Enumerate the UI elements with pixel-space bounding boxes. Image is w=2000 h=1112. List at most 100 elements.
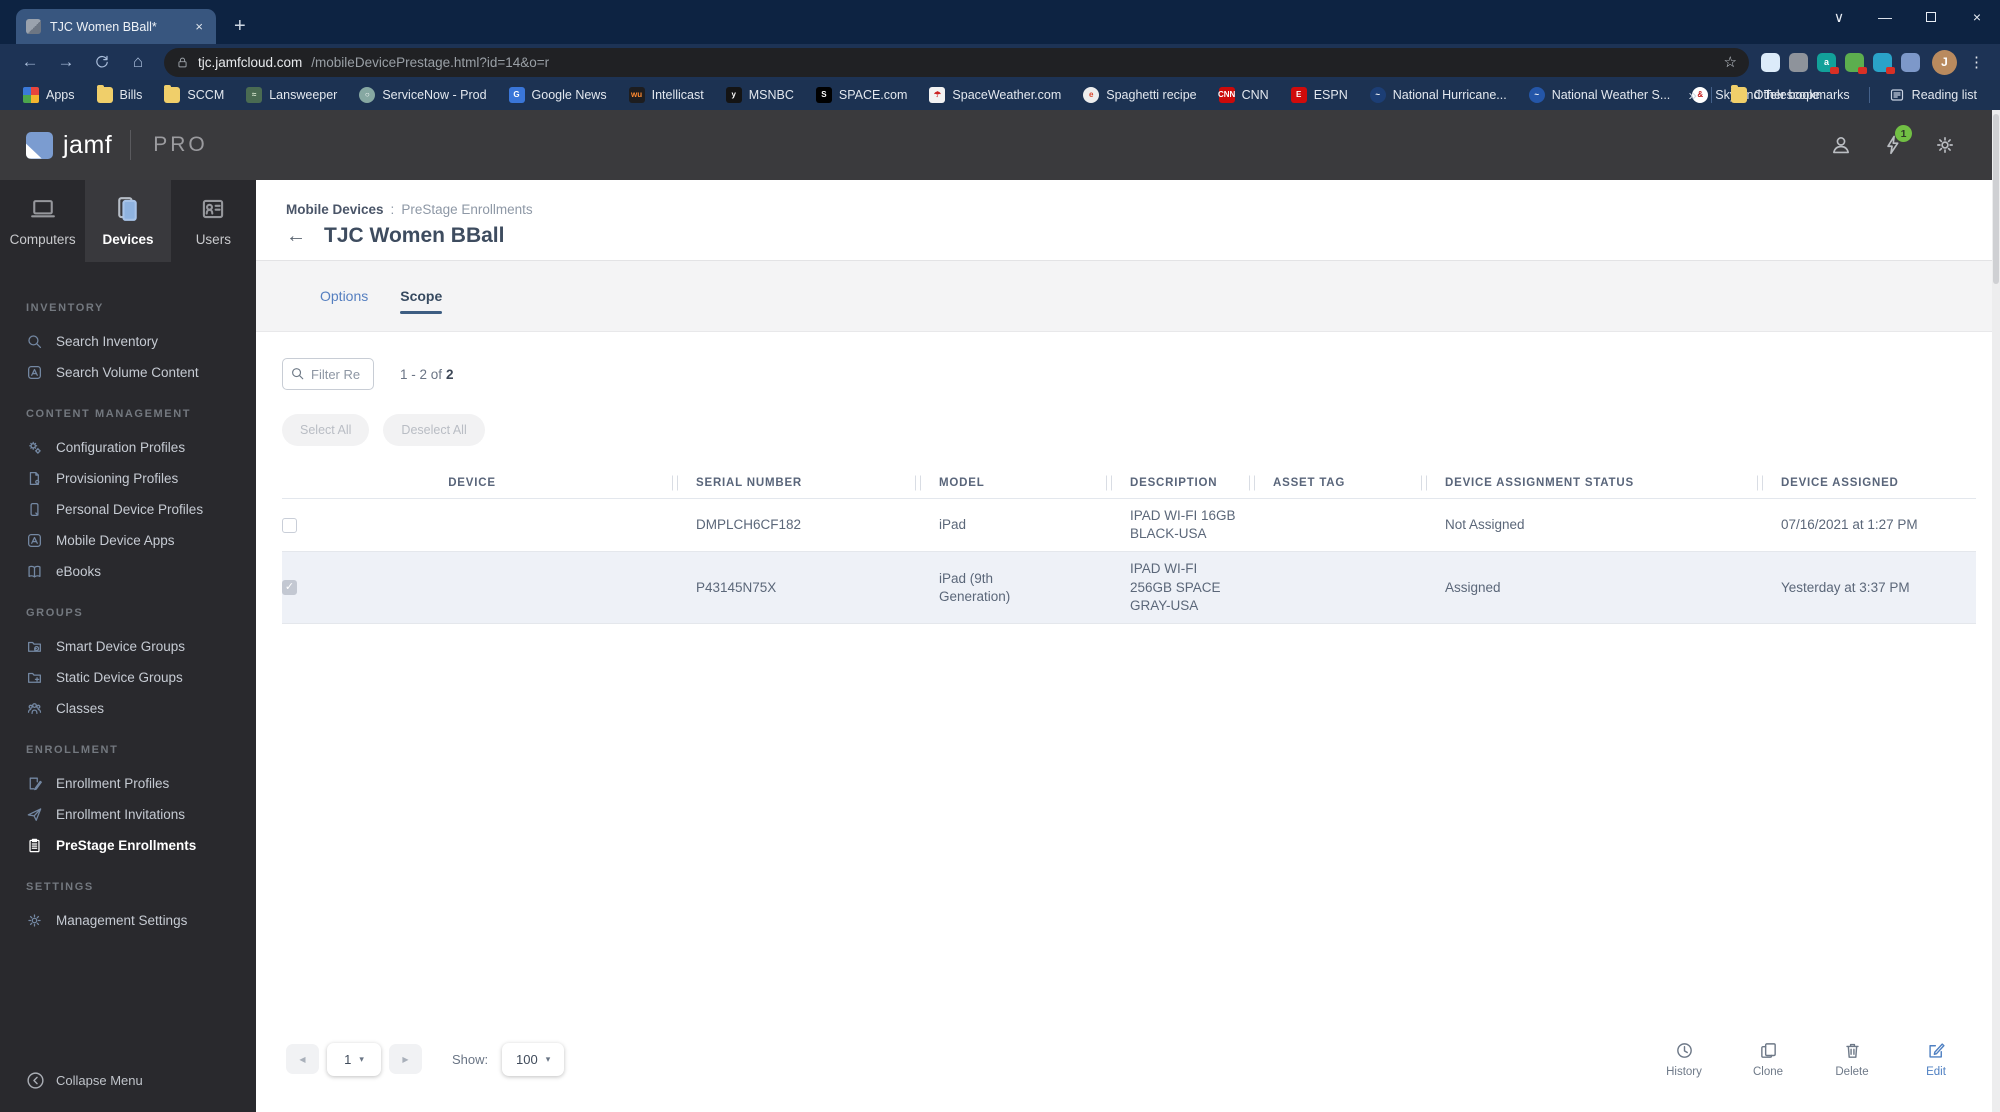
page-tab[interactable]: Scope xyxy=(400,261,443,331)
active-tab-underline xyxy=(400,311,443,314)
breadcrumb-parent[interactable]: Mobile Devices xyxy=(286,202,384,217)
sidebar-item[interactable]: Enrollment Profiles xyxy=(26,768,256,799)
column-header[interactable]: DESCRIPTION xyxy=(1106,468,1249,498)
extension-icon[interactable] xyxy=(1761,52,1780,72)
page-tab[interactable]: Options xyxy=(320,261,368,331)
sidebar-item[interactable]: Enrollment Invitations xyxy=(26,799,256,830)
forward-icon[interactable]: → xyxy=(50,48,82,76)
extension-icon[interactable] xyxy=(1901,52,1920,72)
extension-icon[interactable] xyxy=(1845,52,1867,74)
context-tab[interactable]: Computers xyxy=(0,180,85,262)
sidebar-item[interactable]: Personal Device Profiles xyxy=(26,494,256,525)
extension-icon[interactable]: a xyxy=(1817,52,1839,74)
scrollbar-thumb[interactable] xyxy=(1993,114,1999,284)
browser-tab[interactable]: TJC Women BBall* × xyxy=(16,9,216,44)
sidebar-item[interactable]: Configuration Profiles xyxy=(26,432,256,463)
column-header[interactable]: DEVICE xyxy=(282,468,672,498)
bookmark-item[interactable]: wu Intellicast xyxy=(620,84,713,106)
next-page-button[interactable]: ▶ xyxy=(389,1044,422,1074)
window-minimize-button[interactable]: — xyxy=(1862,0,1908,34)
select-all-button[interactable]: Select All xyxy=(282,414,370,446)
bookmark-item[interactable]: Bills xyxy=(88,84,152,106)
table-body: ✓ DMPLCH6CF182 iPad IPAD WI-FI 16GB BLAC… xyxy=(282,499,1976,625)
sidebar-item[interactable]: Classes xyxy=(26,693,256,724)
extension-icon[interactable] xyxy=(1873,52,1895,74)
bookmarks-overflow-icon[interactable]: » xyxy=(1684,87,1700,104)
column-header[interactable]: DEVICE ASSIGNMENT STATUS xyxy=(1421,468,1757,498)
tab-close-icon[interactable]: × xyxy=(192,19,206,34)
bookmark-item[interactable]: S SPACE.com xyxy=(807,84,917,106)
bookmark-item[interactable]: ○ ServiceNow - Prod xyxy=(350,84,495,106)
browser-menu-icon[interactable]: ⋮ xyxy=(1961,53,1990,71)
bookmark-item[interactable]: e Spaghetti recipe xyxy=(1074,84,1205,106)
table-row[interactable]: ✓ P43145N75X iPad (9th Generation) IPAD … xyxy=(282,552,1976,625)
jamf-logo[interactable]: jamf PRO xyxy=(26,130,208,160)
column-header[interactable]: SERIAL NUMBER xyxy=(672,468,915,498)
bookmark-item[interactable]: G Google News xyxy=(500,84,616,106)
sidebar-section-label: SETTINGS xyxy=(26,881,94,893)
sidebar-item[interactable]: eBooks xyxy=(26,556,256,587)
page-head: Mobile Devices : PreStage Enrollments ← … xyxy=(256,180,2000,260)
bookmark-item[interactable]: ≈ Lansweeper xyxy=(237,84,346,106)
back-arrow-button[interactable]: ← xyxy=(286,226,306,246)
tab-title: TJC Women BBall* xyxy=(50,19,157,34)
sidebar-item-icon xyxy=(26,501,43,518)
column-header[interactable]: MODEL xyxy=(915,468,1106,498)
account-icon[interactable] xyxy=(1830,134,1852,156)
window-chevron-icon[interactable]: ∨ xyxy=(1816,0,1862,34)
column-header[interactable]: DEVICE ASSIGNED xyxy=(1757,468,1976,498)
page-select[interactable]: 1 ▾ xyxy=(327,1042,381,1076)
column-header[interactable]: ASSET TAG xyxy=(1249,468,1421,498)
action-button[interactable]: Delete xyxy=(1832,1041,1872,1078)
action-button[interactable]: Edit xyxy=(1916,1041,1956,1078)
bookmark-item[interactable]: ~ National Weather S... xyxy=(1520,84,1680,106)
row-checkbox[interactable]: ✓ xyxy=(282,517,297,533)
page-size-select[interactable]: 100 ▾ xyxy=(502,1042,565,1076)
settings-gear-icon[interactable] xyxy=(1934,134,1956,156)
table-row[interactable]: ✓ DMPLCH6CF182 iPad IPAD WI-FI 16GB BLAC… xyxy=(282,499,1976,553)
breadcrumb-current[interactable]: PreStage Enrollments xyxy=(401,202,532,217)
bookmark-item[interactable]: CNN CNN xyxy=(1210,84,1278,106)
bookmark-item[interactable]: E ESPN xyxy=(1282,84,1357,106)
extension-icon[interactable] xyxy=(1789,52,1808,72)
other-bookmarks-button[interactable]: Other bookmarks xyxy=(1722,84,1859,106)
deselect-all-button[interactable]: Deselect All xyxy=(383,414,485,446)
notifications-icon[interactable]: 1 xyxy=(1882,125,1912,156)
result-count: 1 - 2 of 2 xyxy=(400,366,454,382)
home-icon[interactable]: ⌂ xyxy=(122,48,154,76)
new-tab-button[interactable]: + xyxy=(234,15,246,38)
sidebar-item[interactable]: Provisioning Profiles xyxy=(26,463,256,494)
action-icon xyxy=(1927,1041,1946,1060)
page-scrollbar[interactable] xyxy=(1992,110,2000,1112)
sidebar-item[interactable]: Mobile Device Apps xyxy=(26,525,256,556)
context-tab[interactable]: Users xyxy=(171,180,256,262)
lock-icon xyxy=(176,56,189,69)
sidebar-item[interactable]: Management Settings xyxy=(26,905,256,936)
collapse-menu-button[interactable]: Collapse Menu xyxy=(0,1071,256,1112)
window-maximize-button[interactable] xyxy=(1908,0,1954,34)
sidebar-item[interactable]: PreStage Enrollments xyxy=(26,830,256,861)
jamf-app: jamf PRO 1 Computers Devices Users INVEN… xyxy=(0,110,2000,1112)
row-checkbox[interactable]: ✓ xyxy=(282,580,297,596)
refresh-icon[interactable] xyxy=(86,48,118,76)
sidebar-item[interactable]: Search Volume Content xyxy=(26,357,256,388)
sidebar-item[interactable]: Smart Device Groups xyxy=(26,631,256,662)
action-button[interactable]: History xyxy=(1664,1041,1704,1078)
sidebar-item-icon xyxy=(26,806,43,823)
action-button[interactable]: Clone xyxy=(1748,1041,1788,1078)
window-close-button[interactable]: × xyxy=(1954,0,2000,34)
context-tab[interactable]: Devices xyxy=(85,180,171,262)
sidebar-item[interactable]: Static Device Groups xyxy=(26,662,256,693)
bookmark-item[interactable]: Apps xyxy=(14,84,84,106)
bookmark-item[interactable]: ☂ SpaceWeather.com xyxy=(920,84,1070,106)
reading-list-button[interactable]: Reading list xyxy=(1880,84,1986,106)
bookmark-item[interactable]: y MSNBC xyxy=(717,84,803,106)
bookmark-star-icon[interactable]: ☆ xyxy=(1724,53,1737,71)
back-icon[interactable]: ← xyxy=(14,48,46,76)
address-bar[interactable]: tjc.jamfcloud.com /mobileDevicePrestage.… xyxy=(164,47,1749,77)
profile-avatar[interactable]: J xyxy=(1932,49,1957,75)
prev-page-button[interactable]: ◀ xyxy=(286,1044,319,1074)
bookmark-item[interactable]: ~ National Hurricane... xyxy=(1361,84,1516,106)
bookmark-item[interactable]: SCCM xyxy=(155,84,233,106)
sidebar-item[interactable]: Search Inventory xyxy=(26,326,256,357)
